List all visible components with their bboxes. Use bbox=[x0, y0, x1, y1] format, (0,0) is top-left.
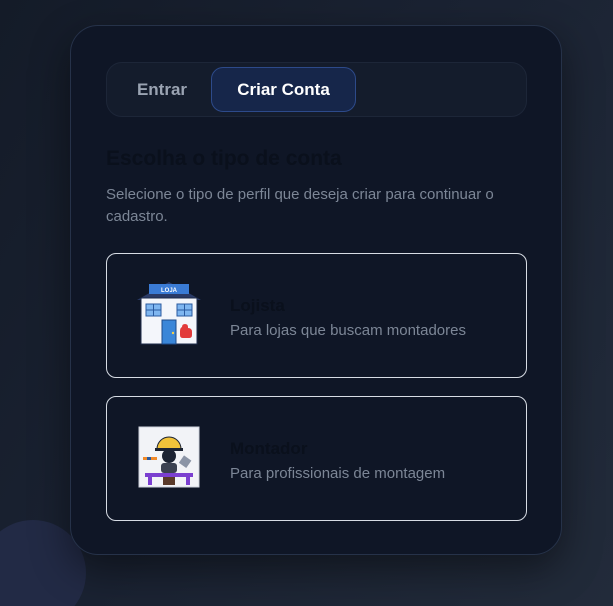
tab-criar-conta[interactable]: Criar Conta bbox=[211, 67, 356, 112]
assembler-icon bbox=[138, 426, 200, 488]
auth-tabs: Entrar Criar Conta bbox=[106, 62, 527, 117]
option-description-montador: Para profissionais de montagem bbox=[230, 465, 446, 482]
option-title-lojista: Lojista bbox=[230, 296, 285, 315]
option-title-montador: Montador bbox=[230, 439, 308, 458]
page-title: Escolha o tipo de conta bbox=[106, 147, 342, 170]
tab-entrar[interactable]: Entrar bbox=[117, 67, 207, 112]
store-sign-text: LOJA bbox=[161, 288, 178, 294]
account-type-lojista-option[interactable]: LOJA Lojista Para lojas que buscam monta… bbox=[106, 253, 527, 378]
signup-card: Entrar Criar Conta Escolha o tipo de con… bbox=[70, 25, 562, 555]
option-description-lojista: Para lojas que buscam montadores bbox=[230, 322, 466, 339]
page-subtitle: Selecione o tipo de perfil que deseja cr… bbox=[106, 186, 494, 225]
account-type-montador-option[interactable]: Montador Para profissionais de montagem bbox=[106, 396, 527, 521]
store-icon: LOJA bbox=[137, 282, 201, 345]
